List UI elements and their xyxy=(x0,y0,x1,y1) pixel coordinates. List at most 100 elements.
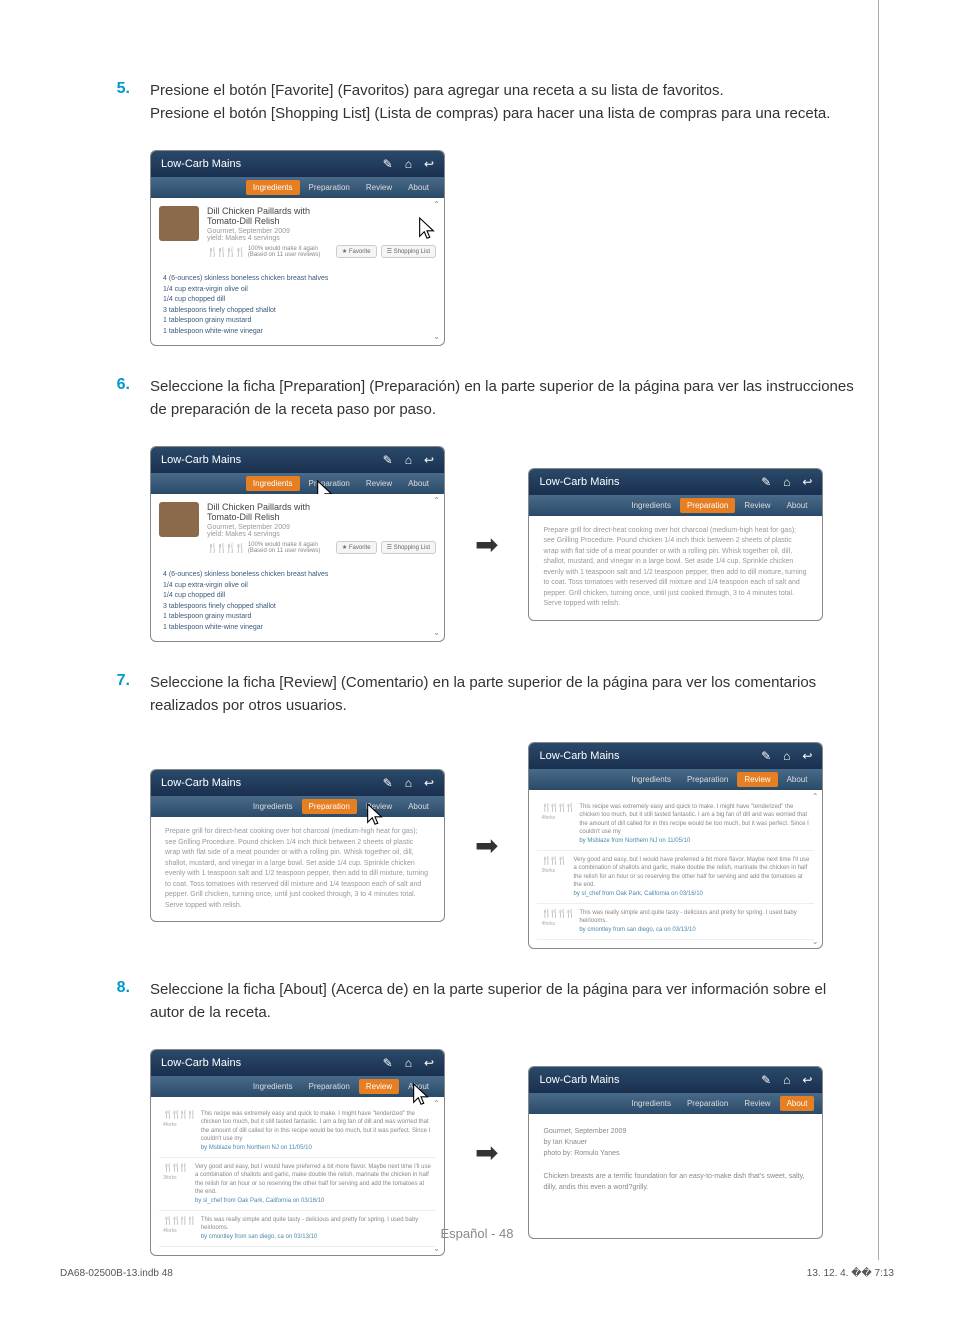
tab-ingredients[interactable]: Ingredients xyxy=(246,476,300,491)
step-text: Seleccione la ficha [About] (Acerca de) … xyxy=(150,979,854,1024)
scroll-down-icon[interactable]: ⌄ xyxy=(433,627,440,639)
arrow-icon: ➡ xyxy=(475,1136,498,1169)
list-item: 1/4 cup extra-virgin olive oil xyxy=(163,285,432,296)
ingredients-list: 4 (6-ounces) skinless boneless chicken b… xyxy=(151,266,444,345)
preparation-text: Prepare grill for direct-heat cooking ov… xyxy=(151,817,444,921)
scroll-down-icon[interactable]: ⌄ xyxy=(433,331,440,343)
recipe-source: Gourmet, September 2009 xyxy=(207,228,328,235)
tab-about[interactable]: About xyxy=(401,1079,436,1094)
write-icon[interactable]: ✎ xyxy=(761,475,771,489)
footer-meta: DA68-02500B-13.indb 48 13. 12. 4. �� 7:1… xyxy=(0,1268,954,1279)
back-icon[interactable]: ↩ xyxy=(802,475,812,489)
tab-review[interactable]: Review xyxy=(359,180,399,195)
tab-review[interactable]: Review xyxy=(359,1079,399,1094)
tab-about[interactable]: About xyxy=(401,180,436,195)
tab-about[interactable]: About xyxy=(401,799,436,814)
tab-ingredients[interactable]: Ingredients xyxy=(246,1079,300,1094)
step-5-screenshots: Low-Carb Mains ✎ ⌂ ↩ Ingredients Prepara… xyxy=(150,150,854,346)
write-icon[interactable]: ✎ xyxy=(383,157,393,171)
home-icon[interactable]: ⌂ xyxy=(405,453,412,467)
app-header: Low-Carb Mains ✎ ⌂ ↩ xyxy=(151,151,444,177)
tab-preparation[interactable]: Preparation xyxy=(302,476,357,491)
list-item: 3 tablespoons finely chopped shallot xyxy=(163,306,432,317)
write-icon[interactable]: ✎ xyxy=(761,1073,771,1087)
step-5: 5. Presione el botón [Favorite] (Favorit… xyxy=(100,80,854,125)
tab-about[interactable]: About xyxy=(780,498,815,513)
tab-preparation[interactable]: Preparation xyxy=(680,498,735,513)
fork-rating-icon: 🍴🍴🍴🍴 xyxy=(207,543,244,554)
step-7: 7. Seleccione la ficha [Review] (Comenta… xyxy=(100,672,854,717)
tabs: Ingredients Preparation Review About xyxy=(151,177,444,198)
shopping-list-button[interactable]: ☰ Shopping List xyxy=(381,541,436,554)
home-icon[interactable]: ⌂ xyxy=(783,749,790,763)
step-8: 8. Seleccione la ficha [About] (Acerca d… xyxy=(100,979,854,1024)
fork-rating-icon: 🍴🍴🍴🍴 xyxy=(541,803,573,812)
step-text: Seleccione la ficha [Review] (Comentario… xyxy=(150,672,854,717)
tab-preparation[interactable]: Preparation xyxy=(302,799,357,814)
review-item: 🍴🍴🍴🍴4forks This was really simple and qu… xyxy=(537,904,814,940)
back-icon[interactable]: ↩ xyxy=(424,157,434,171)
arrow-icon: ➡ xyxy=(475,829,498,862)
tab-about[interactable]: About xyxy=(780,772,815,787)
scroll-up-icon[interactable]: ⌃ xyxy=(433,1099,440,1108)
tab-review[interactable]: Review xyxy=(737,1096,777,1111)
write-icon[interactable]: ✎ xyxy=(383,776,393,790)
page-footer: Español - 48 xyxy=(0,1226,954,1241)
tab-review[interactable]: Review xyxy=(737,498,777,513)
tab-review[interactable]: Review xyxy=(359,799,399,814)
tab-ingredients[interactable]: Ingredients xyxy=(246,799,300,814)
home-icon[interactable]: ⌂ xyxy=(405,776,412,790)
screenshot-ingredients: Low-Carb Mains ✎ ⌂ ↩ Ingredients Prepara… xyxy=(150,150,445,346)
tab-about[interactable]: About xyxy=(401,476,436,491)
tab-ingredients[interactable]: Ingredients xyxy=(624,772,678,787)
favorite-button[interactable]: ★ Favorite xyxy=(336,541,377,554)
fork-rating-icon: 🍴🍴🍴 xyxy=(163,1163,187,1172)
write-icon[interactable]: ✎ xyxy=(761,749,771,763)
favorite-button[interactable]: ★ Favorite xyxy=(336,245,377,258)
write-icon[interactable]: ✎ xyxy=(383,1056,393,1070)
scroll-down-icon[interactable]: ⌄ xyxy=(433,1244,440,1253)
recipe-title: Dill Chicken Paillards with Tomato-Dill … xyxy=(207,206,328,226)
fork-rating-icon: 🍴🍴🍴🍴 xyxy=(163,1110,195,1119)
cursor-icon xyxy=(416,216,438,242)
tab-preparation[interactable]: Preparation xyxy=(680,1096,735,1111)
scroll-up-icon[interactable]: ⌃ xyxy=(812,792,819,801)
tab-ingredients[interactable]: Ingredients xyxy=(246,180,300,195)
write-icon[interactable]: ✎ xyxy=(383,453,393,467)
tab-preparation[interactable]: Preparation xyxy=(302,1079,357,1094)
home-icon[interactable]: ⌂ xyxy=(783,1073,790,1087)
back-icon[interactable]: ↩ xyxy=(424,1056,434,1070)
recipe-thumbnail xyxy=(159,502,199,537)
back-icon[interactable]: ↩ xyxy=(802,1073,812,1087)
home-icon[interactable]: ⌂ xyxy=(405,157,412,171)
step-6: 6. Seleccione la ficha [Preparation] (Pr… xyxy=(100,376,854,421)
tab-review[interactable]: Review xyxy=(359,476,399,491)
list-item: 1/4 cup chopped dill xyxy=(163,295,432,306)
scroll-up-icon[interactable]: ⌃ xyxy=(433,496,440,505)
tab-about[interactable]: About xyxy=(780,1096,815,1111)
tab-ingredients[interactable]: Ingredients xyxy=(624,1096,678,1111)
step-number: 6. xyxy=(100,376,130,421)
tab-review[interactable]: Review xyxy=(737,772,777,787)
home-icon[interactable]: ⌂ xyxy=(405,1056,412,1070)
preparation-text: Prepare grill for direct-heat cooking ov… xyxy=(529,516,822,620)
review-item: 🍴🍴🍴3forks Very good and easy, but I woul… xyxy=(537,851,814,904)
shopping-list-button[interactable]: ☰ Shopping List xyxy=(381,245,436,258)
recipe-thumbnail xyxy=(159,206,199,241)
back-icon[interactable]: ↩ xyxy=(424,453,434,467)
back-icon[interactable]: ↩ xyxy=(424,776,434,790)
list-item: 1 tablespoon grainy mustard xyxy=(163,316,432,327)
step-number: 7. xyxy=(100,672,130,717)
fork-rating-icon: 🍴🍴🍴 xyxy=(541,856,565,865)
ingredients-list: 4 (6-ounces) skinless boneless chicken b… xyxy=(151,562,444,641)
screenshot-ingredients-tab: Low-Carb Mains✎⌂↩ Ingredients Preparatio… xyxy=(150,446,445,642)
tab-preparation[interactable]: Preparation xyxy=(680,772,735,787)
back-icon[interactable]: ↩ xyxy=(802,749,812,763)
home-icon[interactable]: ⌂ xyxy=(783,475,790,489)
tab-ingredients[interactable]: Ingredients xyxy=(624,498,678,513)
scroll-down-icon[interactable]: ⌄ xyxy=(812,937,819,946)
tab-preparation[interactable]: Preparation xyxy=(302,180,357,195)
review-item: 🍴🍴🍴🍴4forks This recipe was extremely eas… xyxy=(537,798,814,851)
step-6-screenshots: Low-Carb Mains✎⌂↩ Ingredients Preparatio… xyxy=(150,446,854,642)
step-number: 5. xyxy=(100,80,130,125)
